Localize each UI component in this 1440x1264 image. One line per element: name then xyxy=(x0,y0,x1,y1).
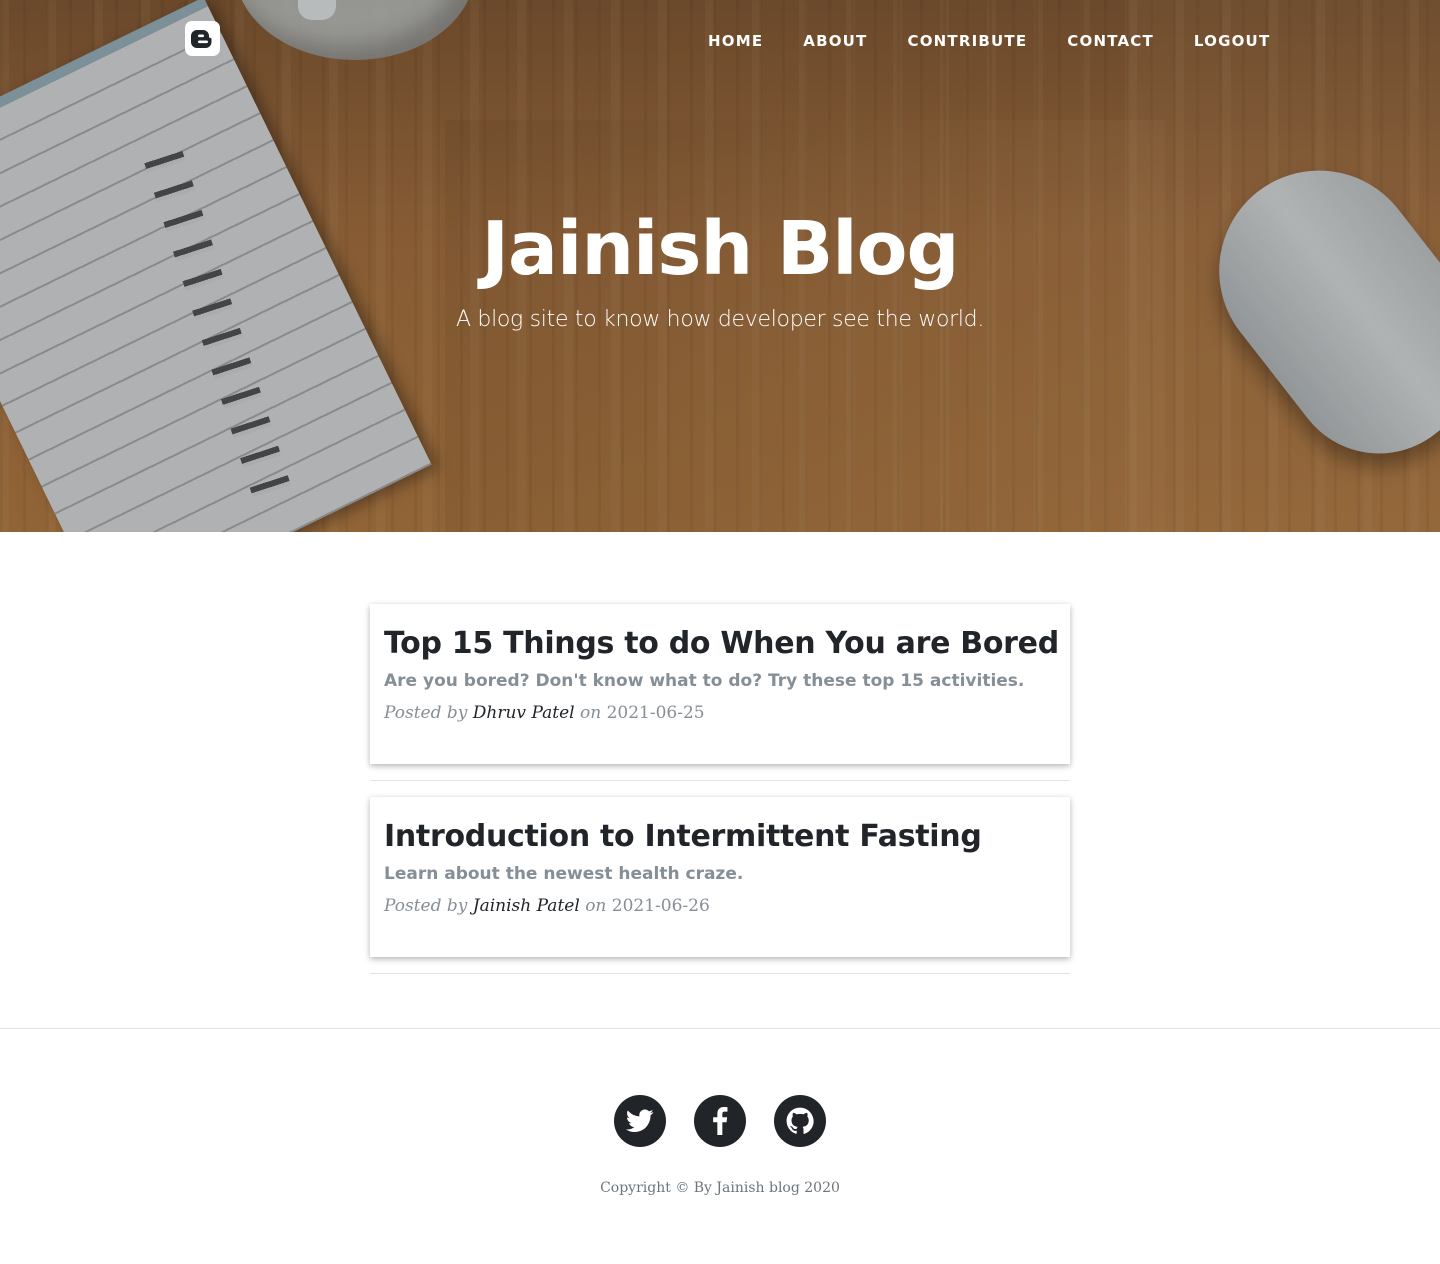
post-meta-posted-by: Posted by xyxy=(384,703,468,723)
post-author-link[interactable]: Jainish Patel xyxy=(473,896,580,916)
site-subtitle: A blog site to know how developer see th… xyxy=(455,307,985,332)
copyright-text: Copyright © By Jainish blog 2020 xyxy=(600,1180,840,1196)
post-preview-card[interactable]: Introduction to Intermittent Fasting Lea… xyxy=(370,797,1070,957)
nav-home-link[interactable]: HOME xyxy=(688,28,783,54)
nav-logout-link[interactable]: LOGOUT xyxy=(1174,28,1290,54)
post-meta-posted-by: Posted by xyxy=(384,896,468,916)
facebook-icon xyxy=(713,1107,728,1135)
post-author-link[interactable]: Dhruv Patel xyxy=(473,703,575,723)
blogger-logo-icon[interactable] xyxy=(185,21,220,56)
github-link[interactable] xyxy=(774,1095,826,1147)
post-date: 2021-06-25 xyxy=(606,703,705,723)
twitter-icon xyxy=(626,1109,654,1132)
post-meta: Posted by Dhruv Patel on 2021-06-25 xyxy=(384,702,705,724)
facebook-link[interactable] xyxy=(694,1095,746,1147)
post-preview-card[interactable]: Top 15 Things to do When You are Bored A… xyxy=(370,604,1070,764)
post-subtitle[interactable]: Are you bored? Don't know what to do? Tr… xyxy=(384,670,1024,692)
hero-header: HOME ABOUT CONTRIBUTE CONTACT LOGOUT Jai… xyxy=(0,0,1440,532)
post-subtitle[interactable]: Learn about the newest health craze. xyxy=(384,863,743,885)
nav-contact-link[interactable]: CONTACT xyxy=(1047,28,1174,54)
post-meta-on: on xyxy=(580,703,602,723)
nav-contribute-link[interactable]: CONTRIBUTE xyxy=(888,28,1048,54)
site-title: Jainish Blog xyxy=(481,206,960,292)
post-meta-on: on xyxy=(585,896,607,916)
post-title[interactable]: Introduction to Intermittent Fasting xyxy=(384,819,982,855)
footer-divider xyxy=(0,1028,1440,1029)
main-nav: HOME ABOUT CONTRIBUTE CONTACT LOGOUT xyxy=(688,28,1290,54)
nav-about-link[interactable]: ABOUT xyxy=(783,28,887,54)
blogger-b-icon xyxy=(190,29,211,48)
post-meta: Posted by Jainish Patel on 2021-06-26 xyxy=(384,895,710,917)
post-divider xyxy=(370,973,1070,974)
twitter-link[interactable] xyxy=(614,1095,666,1147)
post-date: 2021-06-26 xyxy=(611,896,710,916)
post-divider xyxy=(370,780,1070,781)
post-title[interactable]: Top 15 Things to do When You are Bored xyxy=(384,626,1059,662)
github-icon xyxy=(786,1107,814,1134)
